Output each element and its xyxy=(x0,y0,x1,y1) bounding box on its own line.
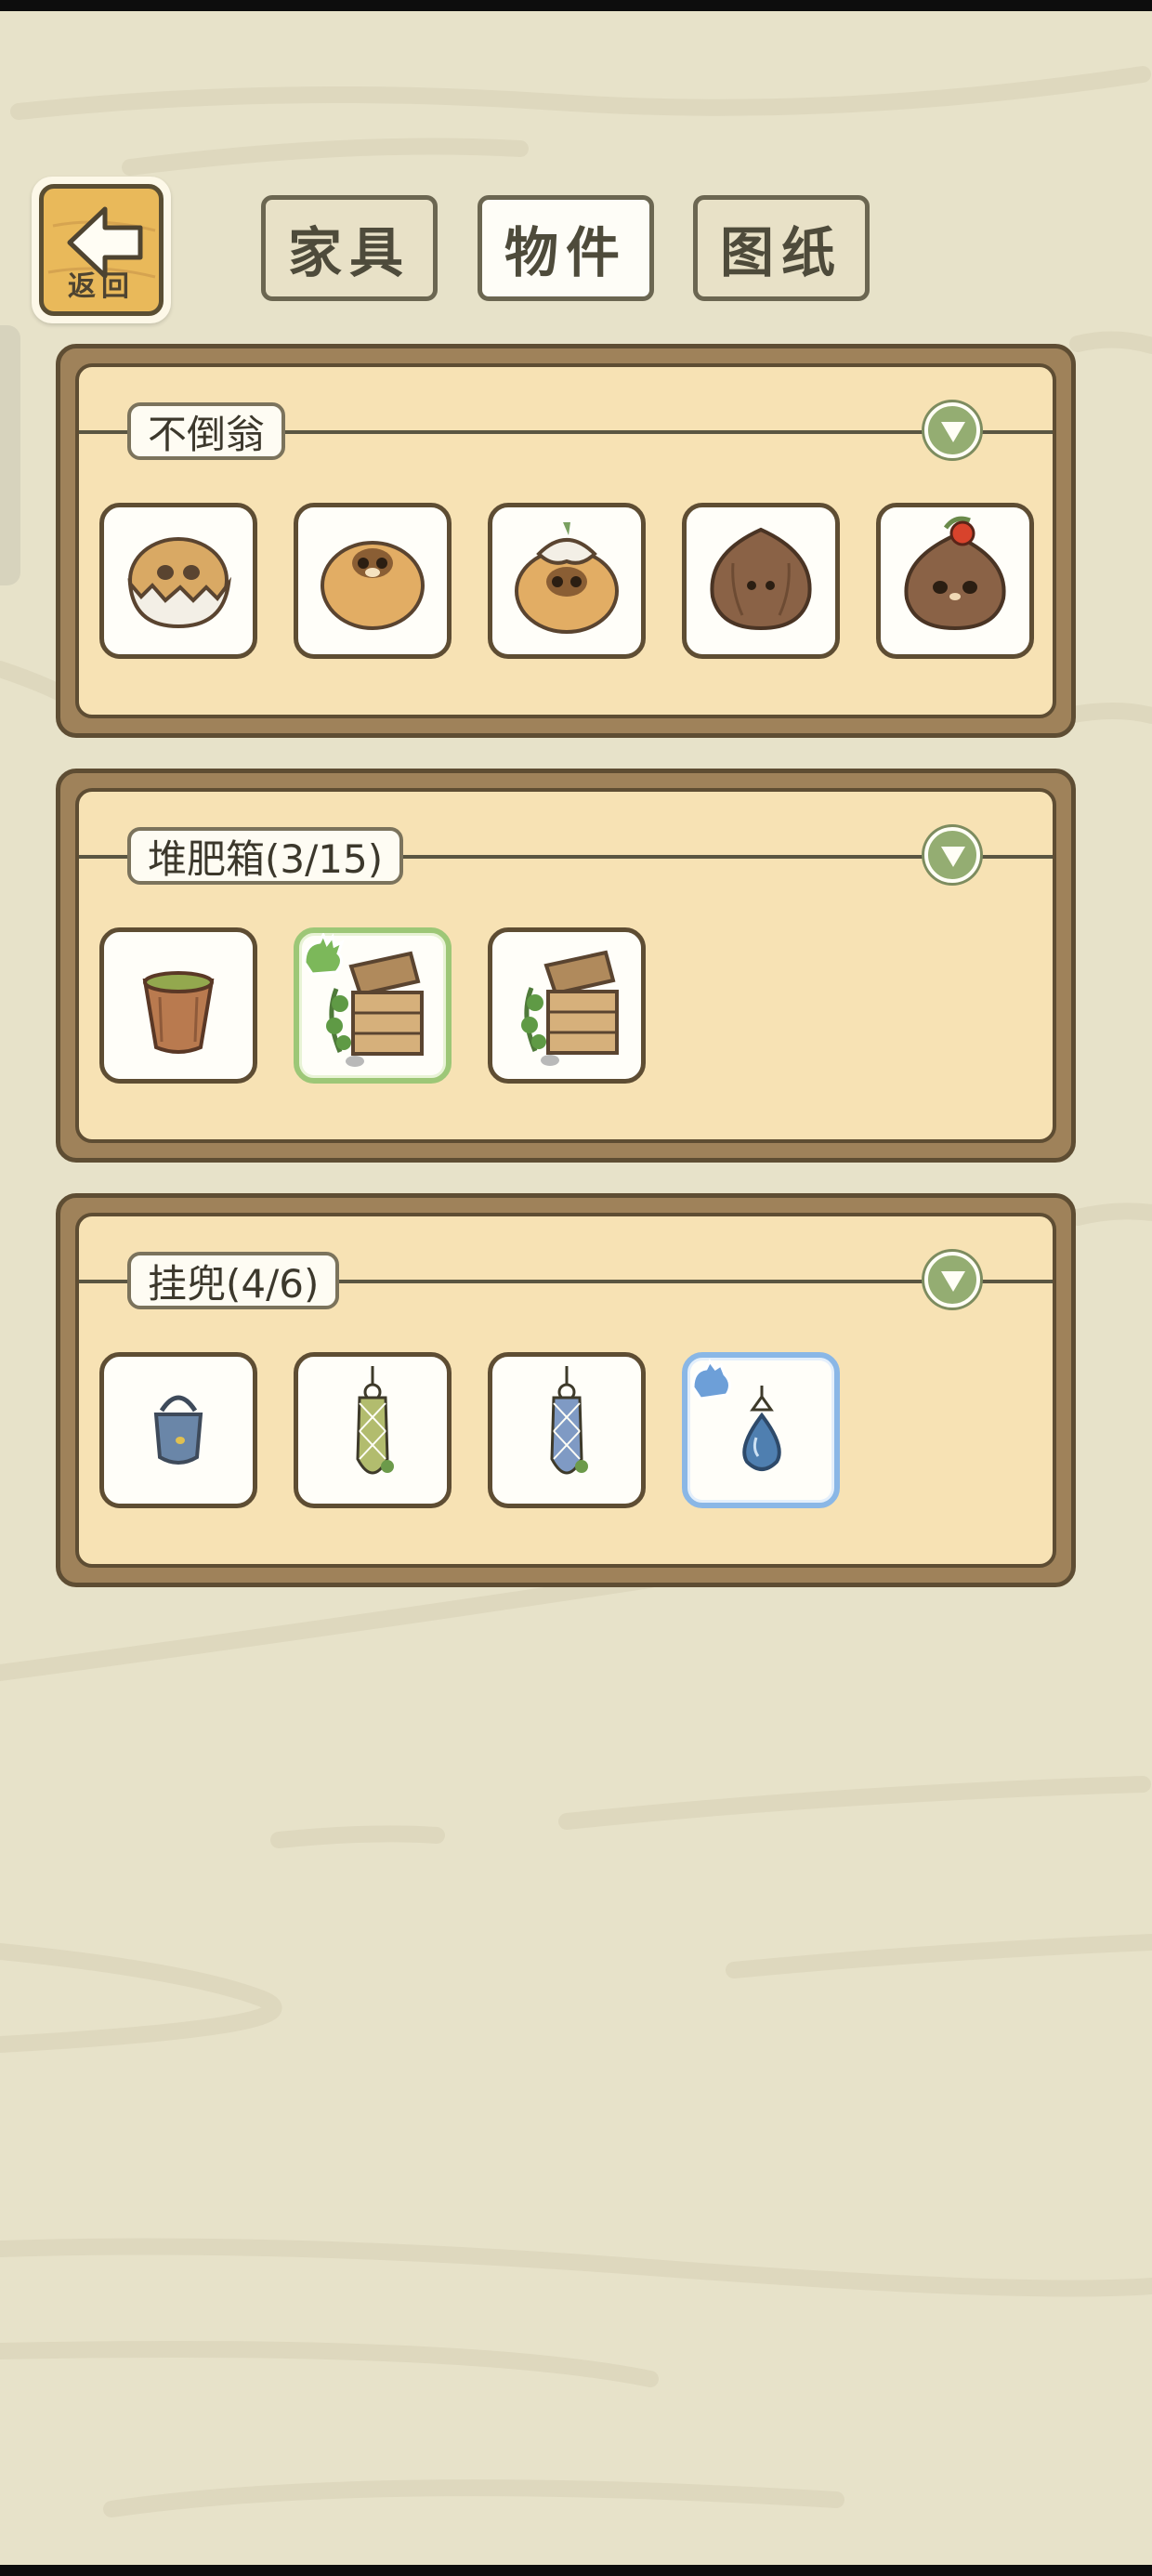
chevron-down-icon xyxy=(941,1271,965,1292)
side-drawer-handle[interactable] xyxy=(0,325,20,585)
section-title: 堆肥箱(3/15) xyxy=(127,827,404,885)
item-slot[interactable] xyxy=(488,927,646,1084)
back-label: 返回 xyxy=(68,270,135,303)
hanging-bag-icon xyxy=(153,1395,203,1465)
item-slot[interactable] xyxy=(876,503,1034,659)
item-slot[interactable] xyxy=(294,1352,452,1508)
collapse-toggle[interactable] xyxy=(924,1252,980,1308)
hand-cursor-icon xyxy=(691,1359,731,1400)
back-button[interactable]: 返回 xyxy=(32,177,171,323)
section-hanging: 挂兜(4/6) xyxy=(56,1193,1076,1587)
tumbler-chestnut-icon xyxy=(710,527,812,631)
section-title: 不倒翁 xyxy=(127,402,286,460)
tab-blueprints[interactable]: 图纸 xyxy=(693,195,870,301)
chevron-down-icon xyxy=(941,847,965,867)
compost-box-icon xyxy=(521,950,619,1066)
item-slot-selected[interactable] xyxy=(682,1352,840,1508)
collapse-toggle[interactable] xyxy=(924,402,980,458)
tumbler-tanuki-icon xyxy=(321,541,425,630)
tab-items[interactable]: 物件 xyxy=(478,195,654,301)
collapse-toggle[interactable] xyxy=(924,827,980,883)
tumbler-eggshell-icon xyxy=(127,537,231,629)
item-slot[interactable] xyxy=(99,1352,257,1508)
item-slot[interactable] xyxy=(682,503,840,659)
section-title: 挂兜(4/6) xyxy=(127,1252,340,1309)
hand-cursor-icon xyxy=(303,933,345,976)
item-slot[interactable] xyxy=(294,503,452,659)
tumbler-flower-hat-icon xyxy=(515,522,619,634)
section-tumblers: 不倒翁 xyxy=(56,344,1076,738)
tab-furniture[interactable]: 家具 xyxy=(261,195,438,301)
item-slot[interactable] xyxy=(99,927,257,1084)
item-slot[interactable] xyxy=(488,1352,646,1508)
item-slot[interactable] xyxy=(488,503,646,659)
compost-bucket-icon xyxy=(142,971,215,1054)
chevron-down-icon xyxy=(941,422,965,442)
hanging-net-green-icon xyxy=(356,1366,394,1475)
item-slot[interactable] xyxy=(99,503,257,659)
tumbler-cherry-icon xyxy=(904,516,1006,631)
section-compost: 堆肥箱(3/15) xyxy=(56,769,1076,1163)
item-slot-selected[interactable] xyxy=(294,927,452,1084)
status-bar-bottom xyxy=(0,2565,1152,2576)
hanging-net-blue-icon xyxy=(550,1366,588,1475)
